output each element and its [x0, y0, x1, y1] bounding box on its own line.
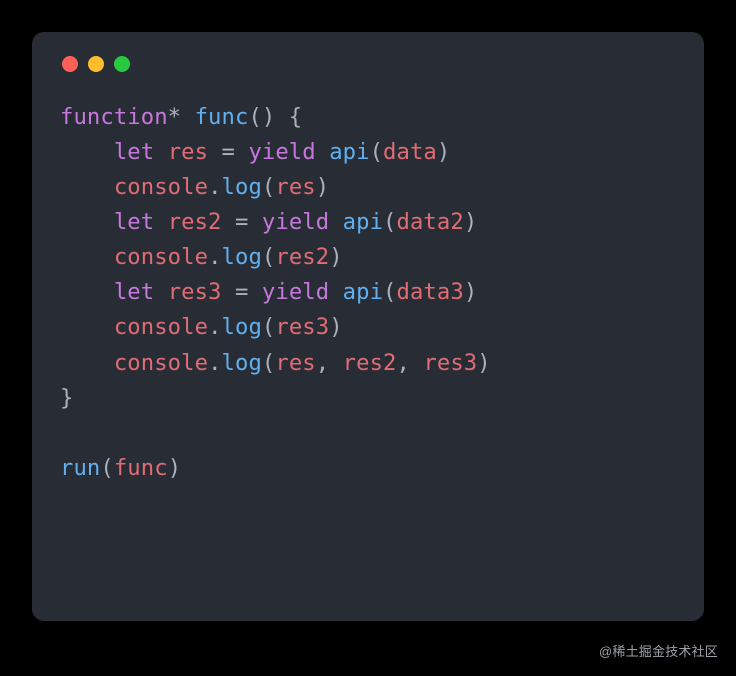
code-token: (: [262, 244, 275, 270]
code-token: log: [222, 314, 262, 340]
code-token: res3: [275, 314, 329, 340]
code-token: [60, 314, 114, 340]
code-token: log: [222, 174, 262, 200]
code-token: =: [222, 279, 262, 305]
code-token: data2: [397, 209, 464, 235]
code-token: .: [208, 350, 221, 376]
code-token: yield: [262, 209, 329, 235]
code-token: func: [195, 104, 249, 130]
code-token: [154, 139, 167, 165]
code-token: [60, 139, 114, 165]
code-token: [316, 139, 329, 165]
code-token: log: [222, 244, 262, 270]
code-line: console.log(res, res2, res3): [60, 346, 676, 381]
code-token: (: [262, 350, 275, 376]
code-token: *: [168, 104, 195, 130]
code-token: log: [222, 350, 262, 376]
code-line: let res = yield api(data): [60, 135, 676, 170]
code-window: function* func() { let res = yield api(d…: [32, 32, 704, 621]
code-line: }: [60, 381, 676, 416]
code-token: console: [114, 350, 208, 376]
code-token: ): [437, 139, 450, 165]
code-token: [60, 244, 114, 270]
code-token: [60, 279, 114, 305]
code-token: .: [208, 244, 221, 270]
code-line: function* func() {: [60, 100, 676, 135]
code-line: console.log(res): [60, 170, 676, 205]
code-token: ): [168, 455, 181, 481]
code-line: console.log(res3): [60, 310, 676, 345]
code-token: (: [100, 455, 113, 481]
code-token: ): [464, 209, 477, 235]
code-token: console: [114, 244, 208, 270]
zoom-icon[interactable]: [114, 56, 130, 72]
code-token: res2: [275, 244, 329, 270]
code-line: [60, 416, 676, 451]
code-token: data: [383, 139, 437, 165]
minimize-icon[interactable]: [88, 56, 104, 72]
code-token: .: [208, 314, 221, 340]
code-token: ): [464, 279, 477, 305]
code-token: ): [316, 174, 329, 200]
code-token: res2: [343, 350, 397, 376]
code-token: res3: [168, 279, 222, 305]
code-token: let: [114, 279, 154, 305]
code-line: let res3 = yield api(data3): [60, 275, 676, 310]
code-token: func: [114, 455, 168, 481]
code-token: res: [275, 174, 315, 200]
watermark-text: @稀土掘金技术社区: [599, 641, 718, 660]
code-token: ,: [397, 350, 424, 376]
code-token: [329, 279, 342, 305]
code-token: api: [329, 139, 369, 165]
code-token: ): [329, 314, 342, 340]
code-token: res3: [423, 350, 477, 376]
code-token: function: [60, 104, 168, 130]
code-token: (: [262, 174, 275, 200]
code-token: () {: [248, 104, 302, 130]
code-token: ,: [316, 350, 343, 376]
code-token: [60, 174, 114, 200]
code-token: [154, 279, 167, 305]
window-controls: [62, 56, 676, 72]
code-token: yield: [262, 279, 329, 305]
code-token: (: [383, 279, 396, 305]
code-token: ): [477, 350, 490, 376]
code-token: res: [275, 350, 315, 376]
code-token: =: [222, 209, 262, 235]
code-token: data3: [397, 279, 464, 305]
code-token: [154, 209, 167, 235]
code-token: [60, 350, 114, 376]
code-token: let: [114, 209, 154, 235]
code-token: yield: [248, 139, 315, 165]
code-token: console: [114, 314, 208, 340]
code-token: (: [262, 314, 275, 340]
code-token: run: [60, 455, 100, 481]
code-token: res: [168, 139, 208, 165]
code-line: let res2 = yield api(data2): [60, 205, 676, 240]
close-icon[interactable]: [62, 56, 78, 72]
code-block: function* func() { let res = yield api(d…: [60, 100, 676, 486]
code-token: }: [60, 385, 73, 411]
code-token: api: [343, 279, 383, 305]
code-token: (: [370, 139, 383, 165]
code-token: ): [329, 244, 342, 270]
code-token: .: [208, 174, 221, 200]
code-token: let: [114, 139, 154, 165]
code-token: =: [208, 139, 248, 165]
code-token: (: [383, 209, 396, 235]
code-line: run(func): [60, 451, 676, 486]
code-token: api: [343, 209, 383, 235]
code-line: console.log(res2): [60, 240, 676, 275]
code-token: res2: [168, 209, 222, 235]
code-token: console: [114, 174, 208, 200]
code-token: [60, 209, 114, 235]
code-token: [329, 209, 342, 235]
